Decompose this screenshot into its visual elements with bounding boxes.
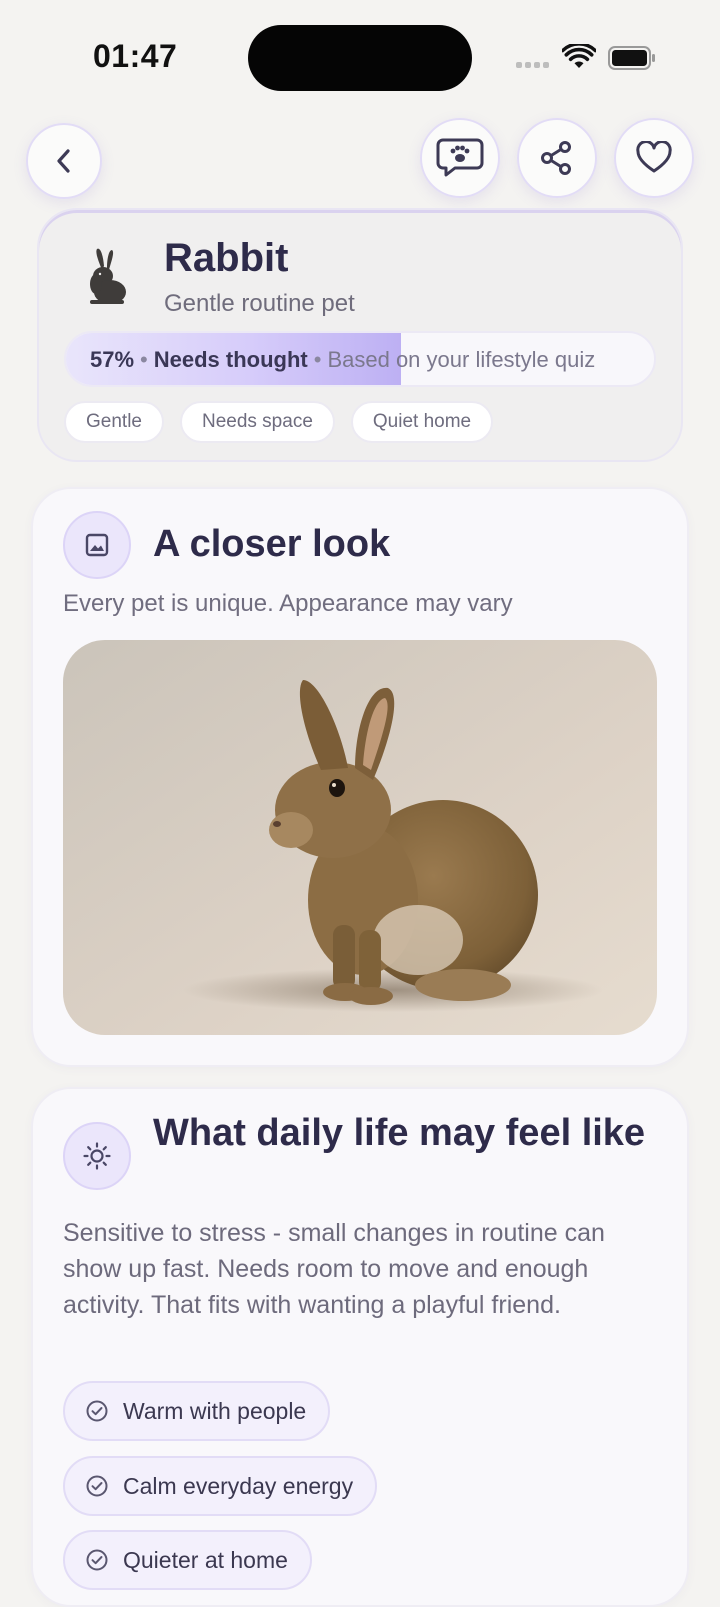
rabbit-photo-image (63, 640, 657, 1035)
trait-label: Quieter at home (123, 1546, 288, 1573)
daily-life-icon-badge (63, 1122, 131, 1190)
tag-chip: Quiet home (350, 401, 494, 443)
trait-label: Warm with people (123, 1397, 307, 1424)
heart-icon (636, 141, 672, 173)
match-verdict: Needs thought (153, 347, 308, 372)
match-score-bar: 57% • Needs thought • Based on your lifestyl… (64, 331, 656, 387)
trait-chip: Calm everyday energy (63, 1456, 378, 1516)
sun-icon (83, 1142, 111, 1170)
trait-label: Calm everyday energy (123, 1472, 354, 1499)
pet-photo (63, 640, 657, 1035)
battery-icon (608, 46, 655, 70)
wifi-icon (562, 44, 596, 68)
paw-chat-icon (436, 138, 484, 177)
chevron-left-icon (57, 149, 70, 173)
match-percent: 57% (90, 347, 135, 372)
trait-chip: Quieter at home (63, 1530, 312, 1590)
closer-look-title: A closer look (153, 523, 391, 565)
pet-chat-button[interactable] (420, 118, 500, 198)
tag-chip: Gentle (64, 401, 164, 443)
status-time: 01:47 (93, 38, 178, 74)
pet-tags: Gentle Needs space Quiet home (64, 401, 494, 443)
share-icon (541, 141, 571, 175)
pet-subtitle: Gentle routine pet (164, 290, 355, 317)
trait-chip: Warm with people (63, 1381, 331, 1441)
closer-look-icon-badge (63, 511, 131, 579)
dynamic-island (248, 25, 472, 91)
favorite-button[interactable] (614, 118, 694, 198)
pet-name: Rabbit (164, 236, 289, 280)
check-circle-icon (86, 1400, 108, 1422)
rabbit-icon (90, 248, 126, 304)
back-button[interactable] (26, 123, 102, 199)
closer-look-subtitle: Every pet is unique. Appearance may vary (63, 590, 513, 617)
daily-life-description: Sensitive to stress - small changes in r… (63, 1219, 605, 1319)
cellular-signal-icon (516, 62, 549, 68)
match-basis: Based on your lifestyle quiz (327, 347, 596, 372)
match-score-text: 57% • Needs thought • Based on your lifestyl… (90, 347, 596, 372)
tag-chip: Needs space (179, 401, 335, 443)
share-button[interactable] (517, 118, 597, 198)
image-icon (85, 533, 109, 557)
check-circle-icon (86, 1475, 108, 1497)
daily-life-title: What daily life may feel like (153, 1112, 646, 1154)
check-circle-icon (86, 1549, 108, 1571)
